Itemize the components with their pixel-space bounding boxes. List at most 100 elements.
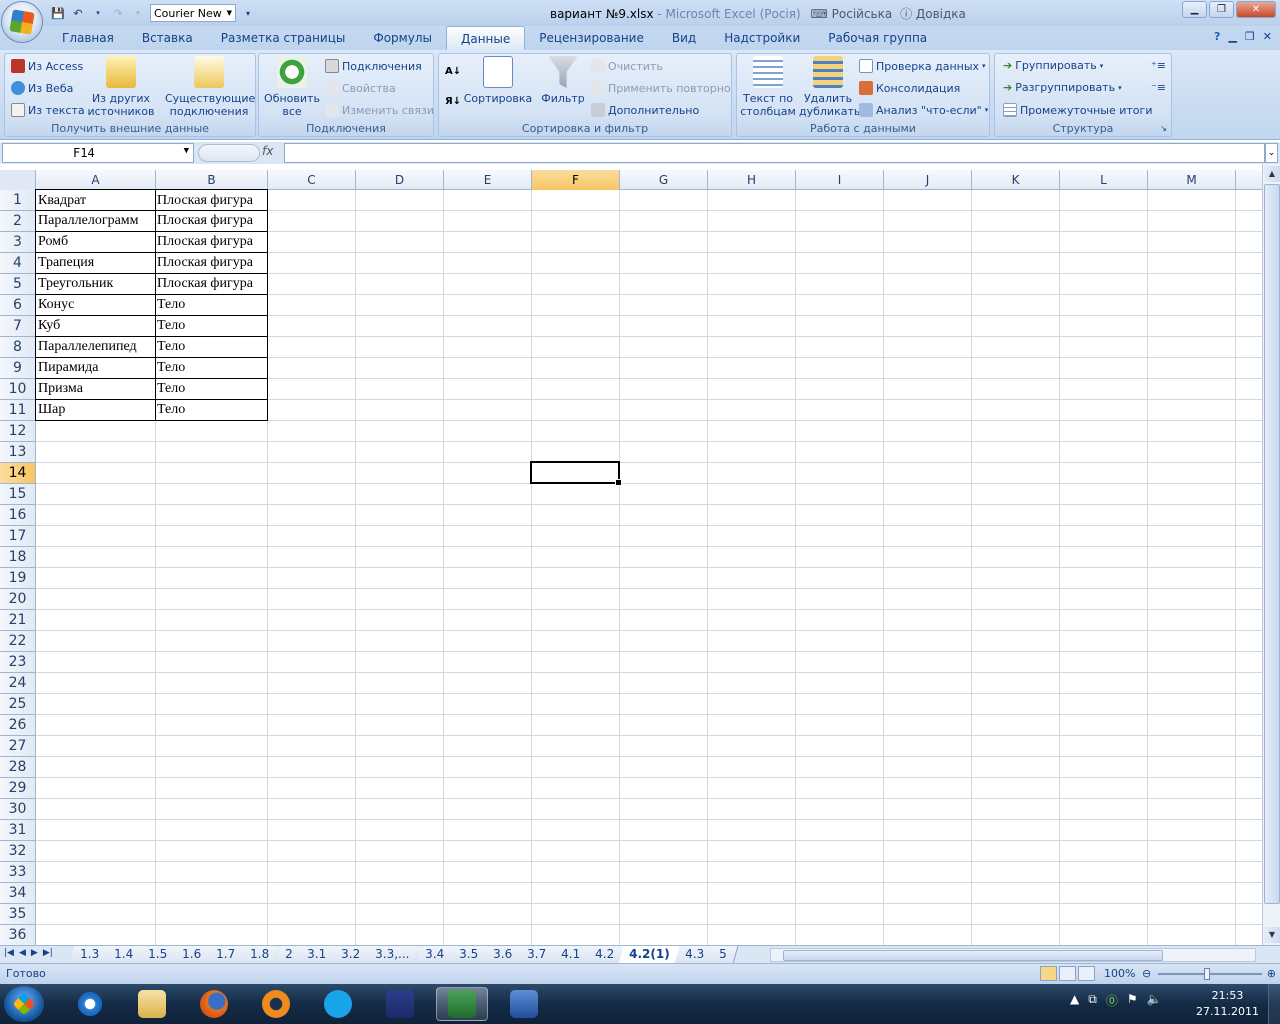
row-header[interactable]: 7: [0, 316, 36, 337]
column-header-i[interactable]: I: [796, 170, 884, 190]
cell-b4[interactable]: Плоская фигура: [155, 252, 268, 274]
sort-za-button[interactable]: Я↓: [445, 96, 461, 107]
sheet-tab[interactable]: 3.3,...: [364, 946, 422, 964]
row-header[interactable]: 1: [0, 190, 36, 211]
next-sheet-icon[interactable]: ▶: [31, 948, 38, 958]
cell-a2[interactable]: Параллелограмм: [35, 210, 156, 232]
clear-filter-button[interactable]: Очистить: [591, 59, 663, 73]
cell-b6[interactable]: Тело: [155, 294, 268, 316]
redo-icon[interactable]: ↷: [110, 5, 126, 21]
column-header-l[interactable]: L: [1060, 170, 1148, 190]
vertical-scrollbar[interactable]: ▲ ▼: [1262, 164, 1280, 945]
row-header[interactable]: 34: [0, 883, 36, 904]
what-if-button[interactable]: Анализ "что-если" ▾: [859, 103, 988, 117]
taskbar-save[interactable]: [374, 987, 426, 1021]
cell-a1[interactable]: Квадрат: [35, 189, 156, 211]
tab-formulas[interactable]: Формулы: [359, 26, 446, 50]
row-header[interactable]: 11: [0, 400, 36, 421]
taskbar-explorer[interactable]: [126, 987, 178, 1021]
column-header-b[interactable]: B: [156, 170, 268, 190]
row-header[interactable]: 29: [0, 778, 36, 799]
row-header[interactable]: 27: [0, 736, 36, 757]
reapply-button[interactable]: Применить повторно: [591, 81, 731, 95]
volume-icon[interactable]: 🔈: [1147, 992, 1162, 1009]
row-header[interactable]: 2: [0, 211, 36, 232]
row-header[interactable]: 9: [0, 358, 36, 379]
remove-duplicates-button[interactable]: Удалить дубликаты: [799, 56, 863, 118]
subtotal-button[interactable]: Промежуточные итоги: [1003, 103, 1152, 117]
row-header[interactable]: 25: [0, 694, 36, 715]
row-header[interactable]: 17: [0, 526, 36, 547]
row-header[interactable]: 19: [0, 568, 36, 589]
torrent-icon[interactable]: ⓪: [1106, 992, 1118, 1009]
row-header[interactable]: 30: [0, 799, 36, 820]
tab-data[interactable]: Данные: [445, 26, 526, 50]
horizontal-scroll-thumb[interactable]: [783, 950, 1163, 961]
insert-function-icon[interactable]: fx: [262, 144, 273, 158]
column-header-m[interactable]: M: [1148, 170, 1236, 190]
column-header-c[interactable]: C: [268, 170, 356, 190]
page-layout-view-button[interactable]: [1059, 966, 1076, 981]
save-icon[interactable]: 💾: [50, 5, 66, 21]
row-header[interactable]: 10: [0, 379, 36, 400]
network-icon[interactable]: ⧉: [1088, 992, 1097, 1009]
row-header[interactable]: 5: [0, 274, 36, 295]
row-header[interactable]: 3: [0, 232, 36, 253]
cell-a7[interactable]: Куб: [35, 315, 156, 337]
row-header[interactable]: 26: [0, 715, 36, 736]
filter-button[interactable]: Фильтр: [539, 56, 587, 105]
close-button[interactable]: ✕: [1236, 1, 1276, 18]
dialog-launcher-icon[interactable]: ↘: [1160, 124, 1167, 133]
normal-view-button[interactable]: [1040, 966, 1057, 981]
restore-button[interactable]: ❐: [1209, 1, 1234, 18]
cell-b8[interactable]: Тело: [155, 336, 268, 358]
taskbar-firefox[interactable]: [188, 987, 240, 1021]
cell-b1[interactable]: Плоская фигура: [155, 189, 268, 211]
cell-a3[interactable]: Ромб: [35, 231, 156, 253]
row-header[interactable]: 31: [0, 820, 36, 841]
vertical-scroll-thumb[interactable]: [1264, 184, 1280, 904]
sheet-tab[interactable]: 5: [708, 946, 739, 964]
select-all-corner[interactable]: [0, 170, 36, 190]
column-header-g[interactable]: G: [620, 170, 708, 190]
column-header-j[interactable]: J: [884, 170, 972, 190]
row-header[interactable]: 23: [0, 652, 36, 673]
redo-dropdown-icon[interactable]: ▾: [130, 5, 146, 21]
row-header[interactable]: 24: [0, 673, 36, 694]
scroll-down-icon[interactable]: ▼: [1264, 927, 1280, 943]
font-name-box[interactable]: Courier New ▼: [150, 4, 236, 22]
active-cell-cursor[interactable]: [530, 461, 622, 486]
from-access-button[interactable]: Из Access: [11, 59, 83, 73]
zoom-knob[interactable]: [1204, 968, 1210, 980]
hide-detail-icon[interactable]: ⁻≡: [1151, 81, 1166, 94]
last-sheet-icon[interactable]: ▶|: [43, 948, 53, 958]
cell-b5[interactable]: Плоская фигура: [155, 273, 268, 295]
tab-review[interactable]: Рецензирование: [525, 26, 658, 50]
row-header[interactable]: 16: [0, 505, 36, 526]
customize-qat-icon[interactable]: ▾: [240, 5, 256, 21]
row-header[interactable]: 13: [0, 442, 36, 463]
prev-sheet-icon[interactable]: ◀: [19, 948, 26, 958]
start-button[interactable]: [4, 986, 44, 1022]
row-header[interactable]: 20: [0, 589, 36, 610]
cell-a9[interactable]: Пирамида: [35, 357, 156, 379]
from-web-button[interactable]: Из Веба: [11, 81, 73, 95]
taskbar-word[interactable]: [498, 987, 550, 1021]
clock[interactable]: 21:53 27.11.2011: [1196, 988, 1259, 1020]
scroll-up-icon[interactable]: ▲: [1264, 166, 1280, 182]
row-header[interactable]: 35: [0, 904, 36, 925]
help-icon[interactable]: ?: [1214, 30, 1220, 43]
row-header[interactable]: 33: [0, 862, 36, 883]
name-box[interactable]: F14 ▼: [2, 143, 194, 163]
column-header-h[interactable]: H: [708, 170, 796, 190]
zoom-level[interactable]: 100%: [1104, 967, 1135, 980]
advanced-filter-button[interactable]: Дополнительно: [591, 103, 699, 117]
first-sheet-icon[interactable]: |◀: [4, 948, 14, 958]
from-text-button[interactable]: Из текста: [11, 103, 85, 117]
language-indicator[interactable]: ⌨ Російська: [811, 7, 893, 21]
row-header[interactable]: 12: [0, 421, 36, 442]
taskbar-mail[interactable]: [250, 987, 302, 1021]
text-to-columns-button[interactable]: Текст по столбцам: [739, 56, 797, 118]
zoom-out-icon[interactable]: ⊖: [1142, 967, 1151, 980]
minimize-button[interactable]: ▁: [1182, 1, 1207, 18]
